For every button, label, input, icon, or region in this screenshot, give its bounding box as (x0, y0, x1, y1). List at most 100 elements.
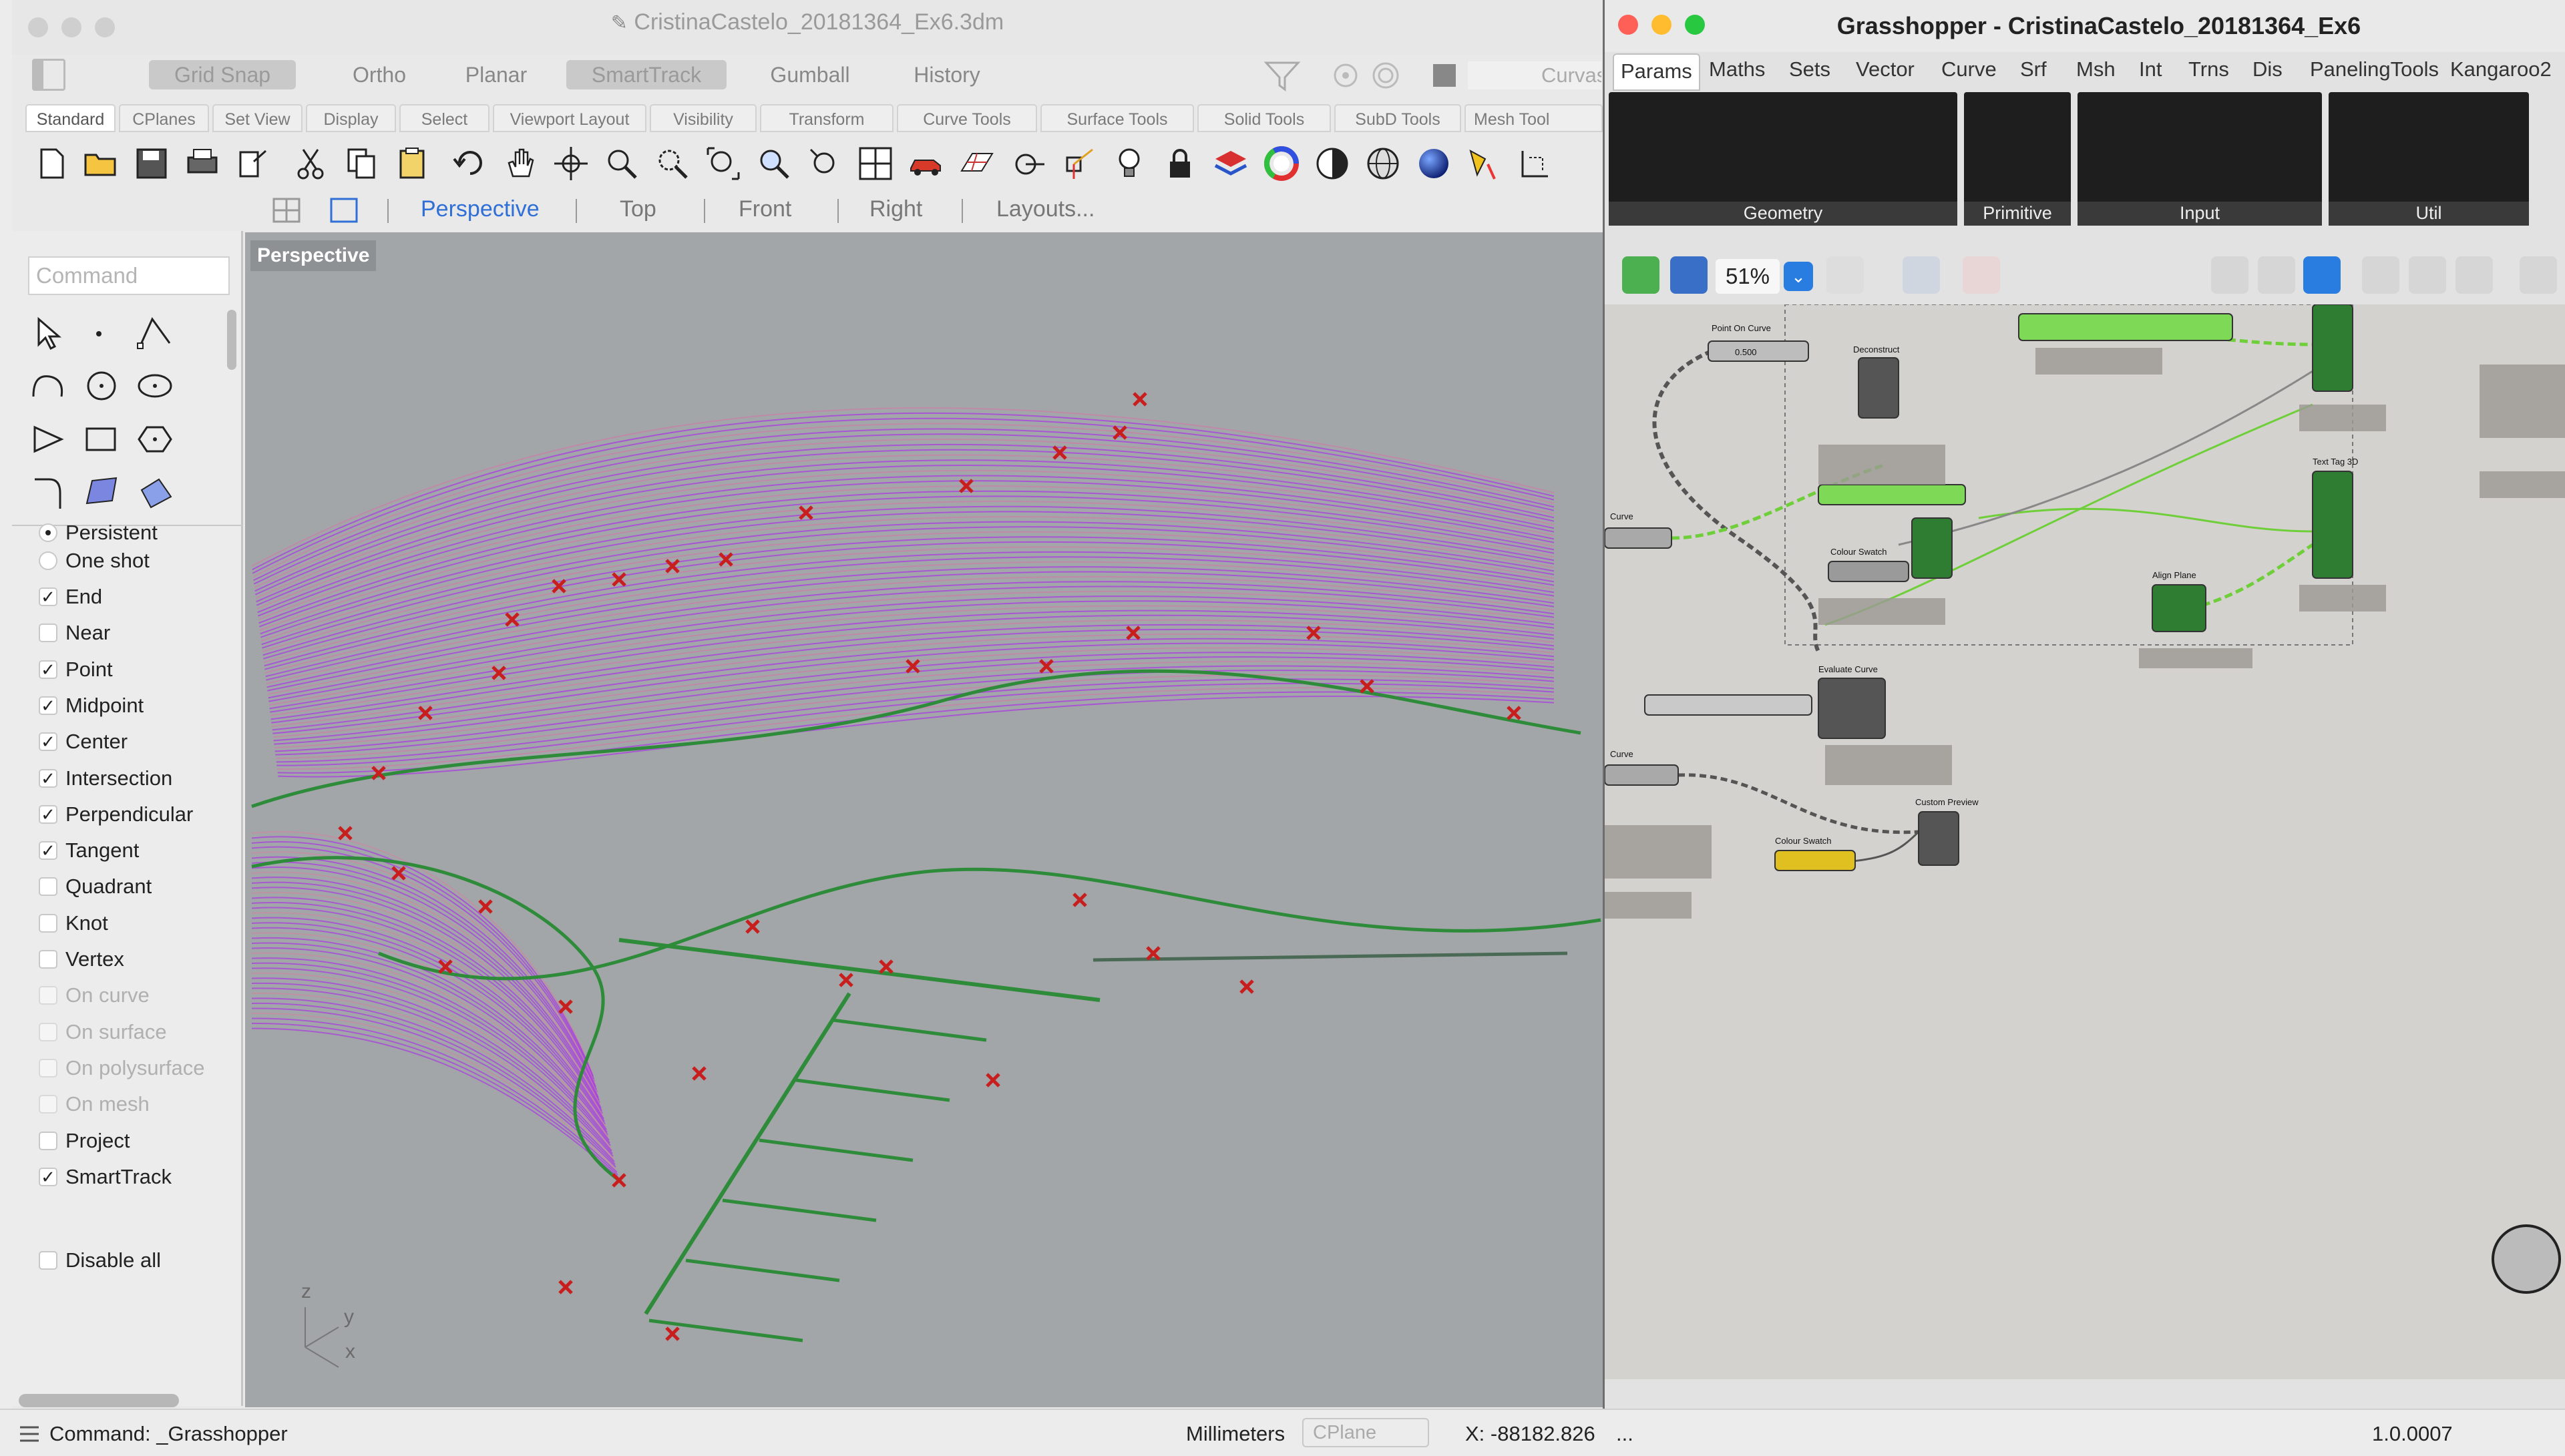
osnap-midpoint-checkbox[interactable]: ✓ (39, 696, 57, 715)
gh-component[interactable] (2312, 304, 2353, 392)
osnap-smarttrack-row[interactable]: ✓ SmartTrack (39, 1162, 226, 1192)
new-file-icon[interactable] (32, 144, 71, 183)
gh-sketch-icon[interactable] (1963, 256, 2000, 294)
osnap-intersection-checkbox[interactable]: ✓ (39, 768, 57, 788)
tab-cplanes[interactable]: CPlanes (119, 104, 209, 132)
osnap-perpendicular-row[interactable]: ✓ Perpendicular (39, 800, 226, 829)
zoom-window-icon[interactable] (653, 144, 692, 183)
osnap-target-icon[interactable] (1008, 144, 1047, 183)
point-icon[interactable] (79, 310, 126, 356)
four-views-icon[interactable] (856, 144, 895, 183)
gh-save-icon[interactable] (1670, 256, 1708, 294)
osnap-midpoint-row[interactable]: ✓ Midpoint (39, 691, 226, 720)
print-icon[interactable] (183, 144, 222, 183)
tab-subd-tools[interactable]: SubD Tools (1334, 104, 1461, 132)
gh-tab-trns[interactable]: Trns (2188, 57, 2229, 81)
gh-zoom-button[interactable] (1685, 15, 1705, 35)
osnap-vertex-row[interactable]: Vertex (39, 945, 226, 974)
osnap-project-checkbox[interactable] (39, 1131, 57, 1150)
export-icon[interactable] (234, 144, 272, 183)
gh-align-plane-component[interactable] (2152, 584, 2206, 632)
shaded-sphere-icon[interactable] (1313, 144, 1352, 183)
gh-note-panel[interactable] (2299, 585, 2386, 612)
gh-shaded-preview-icon[interactable] (2303, 256, 2341, 294)
view-tab-layouts[interactable]: Layouts... (996, 196, 1095, 222)
fillet-icon[interactable] (25, 470, 72, 517)
gh-sphere-icon[interactable] (2520, 256, 2557, 294)
polygon-icon[interactable] (25, 417, 72, 463)
gh-zoom-dropdown-icon[interactable]: ⌄ (1784, 262, 1813, 291)
command-history-icon[interactable] (19, 1425, 41, 1445)
paste-icon[interactable] (393, 144, 431, 183)
gh-colour-swatch-1[interactable] (1828, 561, 1909, 582)
gh-note-panel[interactable] (2480, 365, 2565, 438)
mode-ortho[interactable]: Ortho (336, 60, 423, 89)
panel-toggle-icon[interactable] (32, 59, 65, 91)
zoom-dynamic-icon[interactable] (602, 144, 641, 183)
gh-curve-param-1[interactable] (1605, 527, 1672, 549)
hexagon-icon[interactable] (132, 417, 179, 463)
osnap-on-polysurface-checkbox[interactable] (39, 1058, 57, 1077)
gh-custom-preview-component[interactable] (1918, 811, 1959, 866)
osnap-quadrant-checkbox[interactable] (39, 877, 57, 897)
gh-close-button[interactable] (1618, 15, 1638, 35)
car-render-icon[interactable] (907, 144, 946, 183)
gh-group-primitive-label[interactable]: Primitive (1964, 202, 2071, 226)
cut-icon[interactable] (291, 144, 330, 183)
osnap-end-checkbox[interactable]: ✓ (39, 587, 57, 606)
gh-deconstruct-component[interactable] (1858, 357, 1899, 419)
mode-smarttrack[interactable]: SmartTrack (566, 60, 727, 89)
polyline-icon[interactable] (132, 310, 179, 356)
gh-group-input-label[interactable]: Input (2078, 202, 2322, 226)
tab-visibility[interactable]: Visibility (650, 104, 757, 132)
osnap-tangent-checkbox[interactable]: ✓ (39, 841, 57, 861)
undo-icon[interactable] (450, 144, 489, 183)
gh-note-panel[interactable] (1818, 445, 1945, 485)
rotate-view-icon[interactable] (552, 144, 590, 183)
tab-select[interactable]: Select (399, 104, 489, 132)
undo-view-icon[interactable] (805, 144, 844, 183)
gh-tab-vector[interactable]: Vector (1856, 57, 1915, 81)
osnap-vertex-checkbox[interactable] (39, 950, 57, 969)
gh-tab-dis[interactable]: Dis (2252, 57, 2283, 81)
curve-icon[interactable] (25, 363, 72, 410)
gh-evaluate-curve-component[interactable] (1818, 678, 1886, 739)
osnap-near-checkbox[interactable] (39, 624, 57, 643)
color-wheel-icon[interactable] (1262, 144, 1301, 183)
light-bulb-icon[interactable] (1110, 144, 1149, 183)
osnap-smarttrack-checkbox[interactable]: ✓ (39, 1167, 57, 1186)
osnap-on-mesh-row[interactable]: On mesh (39, 1089, 226, 1119)
gh-wireframe-preview-icon[interactable] (2258, 256, 2295, 294)
osnap-persistent-radio[interactable] (39, 523, 57, 542)
osnap-quadrant-row[interactable]: Quadrant (39, 872, 226, 901)
rendered-sphere-icon[interactable] (1414, 144, 1453, 183)
perspective-viewport[interactable]: Perspective z y x (245, 232, 1603, 1407)
gh-note-panel[interactable] (1825, 745, 1952, 785)
osnap-on-mesh-checkbox[interactable] (39, 1095, 57, 1114)
select-arrow-icon[interactable] (25, 310, 72, 356)
gh-solver-icon[interactable] (2409, 256, 2446, 294)
tab-standard[interactable]: Standard (25, 104, 116, 132)
gh-green-param[interactable] (2018, 313, 2233, 341)
gh-zoom-extents-icon[interactable] (1826, 256, 1864, 294)
sidebar-scroll-thumb[interactable] (227, 310, 236, 370)
gh-tab-sets[interactable]: Sets (1789, 57, 1830, 81)
tab-transform[interactable]: Transform (760, 104, 894, 132)
zoom-extents-icon[interactable] (704, 144, 743, 183)
gh-minimize-button[interactable] (1651, 15, 1671, 35)
tab-surface-tools[interactable]: Surface Tools (1040, 104, 1194, 132)
tab-solid-tools[interactable]: Solid Tools (1197, 104, 1331, 132)
osnap-knot-checkbox[interactable] (39, 913, 57, 933)
circle-icon[interactable] (79, 363, 126, 410)
extrude-icon[interactable] (132, 470, 179, 517)
osnap-point-row[interactable]: ✓ Point (39, 655, 226, 684)
tab-curve-tools[interactable]: Curve Tools (897, 104, 1037, 132)
gh-note-panel[interactable] (1818, 598, 1945, 625)
gh-tab-srf[interactable]: Srf (2020, 57, 2047, 81)
osnap-center-checkbox[interactable]: ✓ (39, 732, 57, 752)
gh-preview-mode-icon[interactable] (2211, 256, 2248, 294)
gh-number-slider[interactable] (1644, 694, 1812, 716)
osnap-on-polysurface-row[interactable]: On polysurface (39, 1053, 226, 1083)
gh-green-param[interactable] (1818, 484, 1966, 505)
view-tab-top[interactable]: Top (620, 196, 656, 222)
